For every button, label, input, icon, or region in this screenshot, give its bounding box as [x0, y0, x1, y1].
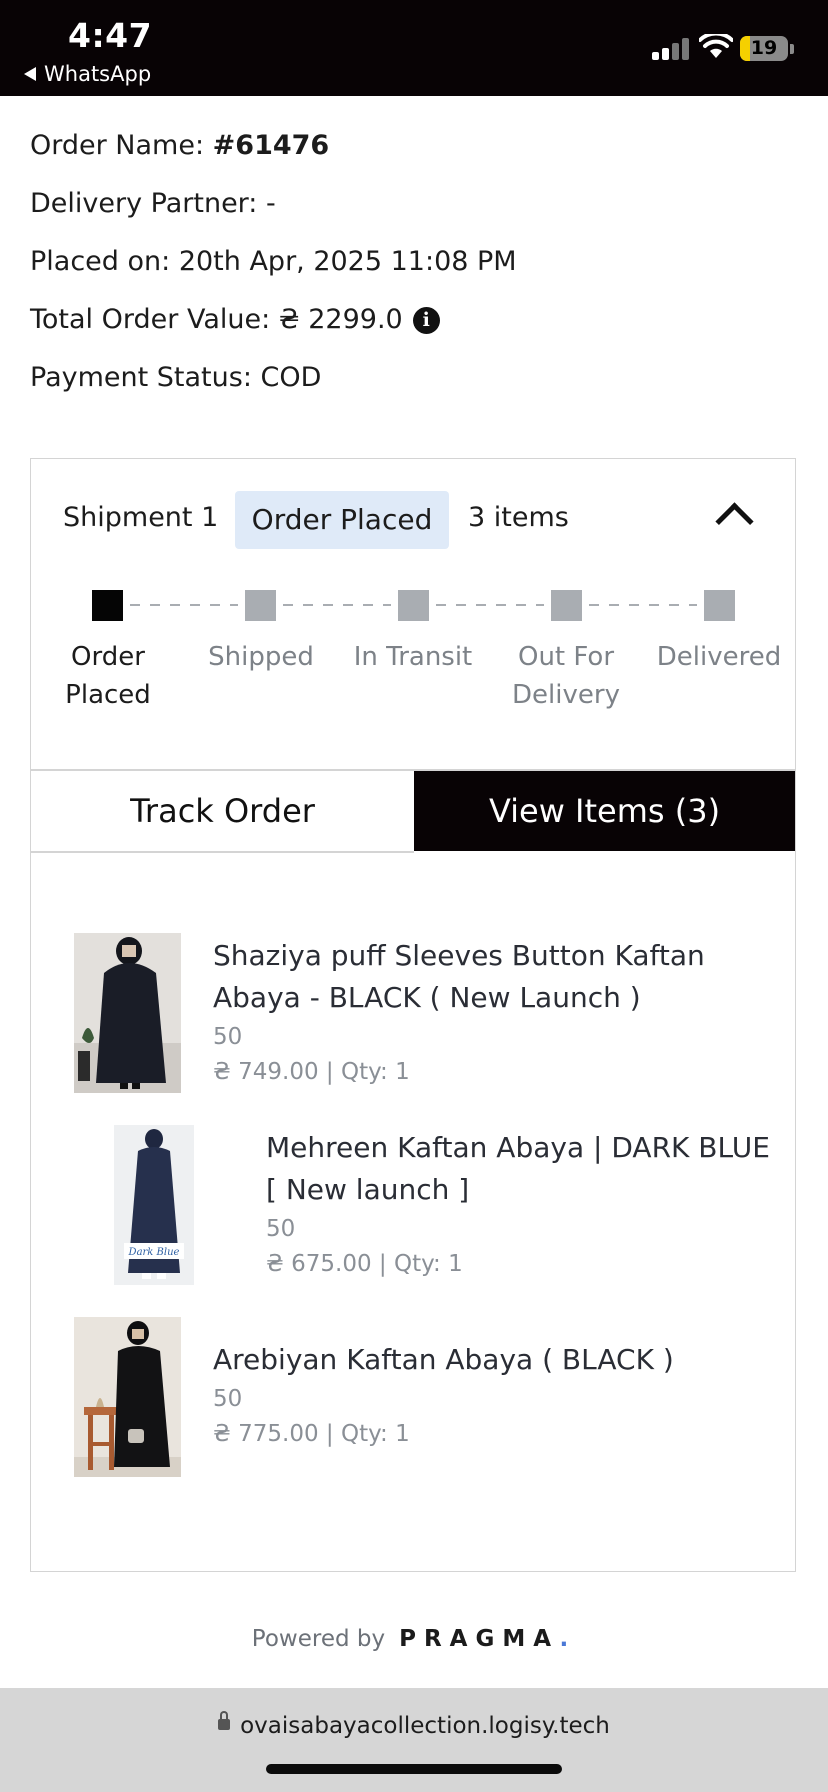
step-out-for-delivery-marker — [551, 590, 582, 621]
item-price-qty: ₴ 675.00 | Qty: 1 — [266, 1251, 463, 1277]
item-variant: 50 — [213, 1024, 243, 1050]
order-name-value: #61476 — [212, 130, 330, 161]
item-image[interactable] — [74, 1317, 181, 1477]
shipment-item-count: 3 items — [468, 502, 569, 533]
powered-by-footer: Powered by PRAGMA. — [0, 1626, 828, 1652]
item-price-qty: ₴ 749.00 | Qty: 1 — [213, 1059, 410, 1085]
wifi-icon — [699, 34, 733, 58]
step-order-placed-marker — [92, 590, 123, 621]
shipment-status-badge: Order Placed — [235, 491, 449, 549]
lock-icon — [218, 1711, 231, 1730]
info-icon[interactable]: i — [412, 307, 440, 334]
step-connector — [130, 604, 238, 606]
total-order-value: Total Order Value: ₴ 2299.0 i — [30, 304, 440, 335]
step-label-line: Delivery — [512, 680, 620, 710]
item-price-qty: ₴ 775.00 | Qty: 1 — [213, 1421, 410, 1447]
status-bar: 4:47 WhatsApp 19 — [0, 0, 828, 96]
step-label-line: Out For — [517, 642, 615, 672]
back-arrow-icon — [24, 67, 36, 81]
item-image[interactable]: Dark Blue — [114, 1125, 194, 1285]
tab-underline — [31, 851, 414, 853]
item-title[interactable]: Mehreen Kaftan Abaya | DARK BLUE [ New l… — [266, 1127, 776, 1211]
home-indicator[interactable] — [266, 1764, 562, 1774]
tab-track-order[interactable]: Track Order — [31, 771, 414, 851]
item-variant: 50 — [266, 1216, 296, 1242]
back-to-app-link[interactable]: WhatsApp — [24, 62, 151, 86]
total-order-value-text: Total Order Value: ₴ 2299.0 — [30, 304, 403, 335]
step-connector — [436, 604, 544, 606]
step-label-shipped: Shipped — [186, 638, 336, 676]
status-time: 4:47 — [68, 16, 153, 55]
step-connector — [283, 604, 391, 606]
brand-name: PRAGMA — [399, 1626, 560, 1652]
delivery-partner: Delivery Partner: - — [30, 188, 276, 219]
pragma-logo[interactable]: PRAGMA. — [399, 1626, 576, 1652]
battery-icon: 19 — [740, 36, 788, 61]
step-label-line: Shipped — [208, 642, 314, 672]
step-label-order-placed: Order Placed — [33, 638, 183, 714]
step-label-line: In Transit — [353, 642, 473, 672]
powered-by-label: Powered by — [251, 1626, 386, 1652]
step-label-delivered: Delivered — [644, 638, 794, 676]
back-app-label: WhatsApp — [44, 62, 152, 86]
step-in-transit-marker — [398, 590, 429, 621]
browser-address-bar[interactable] — [0, 1688, 828, 1792]
step-delivered-marker — [704, 590, 735, 621]
order-name: Order Name: #61476 — [30, 130, 329, 161]
item-image-caption: Dark Blue — [128, 1247, 180, 1258]
item-title[interactable]: Shaziya puff Sleeves Button Kaftan Abaya… — [213, 935, 773, 1019]
battery-level: 19 — [750, 37, 778, 59]
step-label-out-for-delivery: Out For Delivery — [491, 638, 641, 714]
shipment-label: Shipment 1 — [63, 502, 219, 533]
address-url[interactable]: ovaisabayacollection.logisy.tech — [0, 1711, 828, 1739]
item-image[interactable] — [74, 933, 181, 1093]
tab-view-items[interactable]: View Items (3) — [414, 771, 795, 851]
cellular-signal-icon — [652, 38, 690, 60]
step-connector — [589, 604, 697, 606]
item-title[interactable]: Arebiyan Kaftan Abaya ( BLACK ) — [213, 1339, 773, 1381]
payment-status: Payment Status: COD — [30, 362, 322, 393]
url-text: ovaisabayacollection.logisy.tech — [240, 1713, 610, 1739]
placed-on: Placed on: 20th Apr, 2025 11:08 PM — [30, 246, 517, 277]
order-name-label: Order Name: — [30, 130, 213, 161]
brand-dot: . — [559, 1626, 577, 1652]
item-variant: 50 — [213, 1386, 243, 1412]
step-label-in-transit: In Transit — [338, 638, 488, 676]
step-shipped-marker — [245, 590, 276, 621]
battery-nub — [790, 44, 794, 54]
step-label-line: Placed — [65, 680, 151, 710]
step-label-line: Delivered — [656, 642, 782, 672]
step-label-line: Order — [71, 642, 145, 672]
